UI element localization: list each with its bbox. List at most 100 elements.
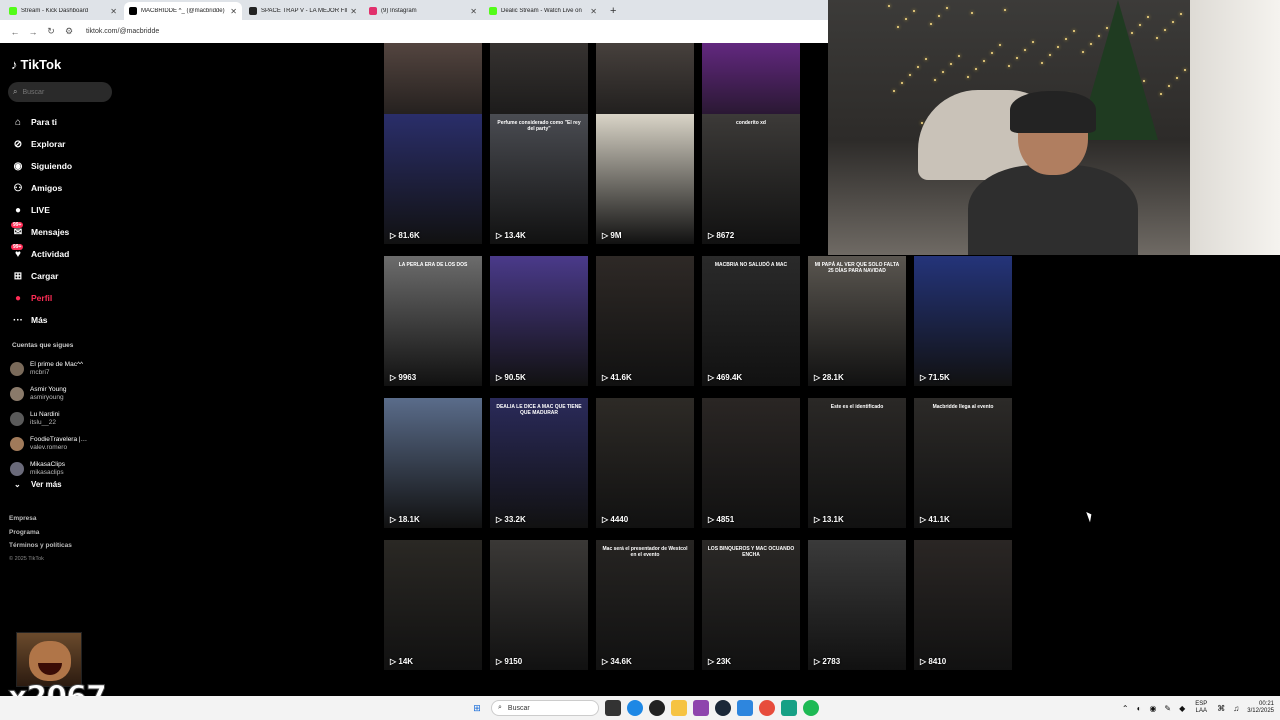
file-explorer-icon[interactable]: [671, 700, 687, 716]
taskbar-search-label: Buscar: [507, 704, 530, 712]
windows-start-icon[interactable]: ⊞: [469, 700, 485, 716]
close-icon[interactable]: ✕: [110, 7, 117, 16]
sidebar-item-label: Actividad: [31, 249, 70, 259]
tray-app-icon[interactable]: ◉: [1149, 704, 1156, 713]
wall: [1190, 0, 1280, 255]
sidebar-item-explorar[interactable]: ⊘ Explorar: [11, 133, 72, 155]
video-thumbnail[interactable]: MI PAPÁ AL VER QUE SOLO FALTA 25 DÍAS PA…: [808, 256, 906, 386]
sidebar-item-label: Mensajes: [31, 227, 70, 237]
video-thumbnail[interactable]: LA PERLA ERA DE LOS DOS ▷ 9963: [384, 256, 482, 386]
volume-icon[interactable]: ♫: [1233, 704, 1239, 713]
video-thumbnail[interactable]: Perfume considerado como "El rey del par…: [490, 114, 588, 244]
browser-tab-tiktok[interactable]: MACBRIDDE ^_ (@macbridde) ✕: [124, 2, 242, 20]
tray-app-icon[interactable]: ◐: [1137, 704, 1142, 713]
language-indicator[interactable]: ESP LAA: [1195, 701, 1207, 715]
sidebar-item-perfil[interactable]: ● Perfil: [11, 287, 72, 309]
light-dot: [934, 79, 936, 81]
video-thumbnail[interactable]: ▷ 4440: [596, 398, 694, 528]
steam-icon[interactable]: [715, 700, 731, 716]
clock-date: 3/12/2025: [1247, 708, 1274, 714]
browser-tab-space-trap[interactable]: SPACE TRAP V - LA MEJOR FIE… ✕: [244, 2, 362, 20]
account-handle: itslu__22: [30, 418, 57, 426]
light-dot: [905, 18, 907, 20]
following-account[interactable]: El prime de Mac^^ mcbri7: [10, 356, 87, 381]
browser-tab-instagram[interactable]: (9) Instagram ✕: [364, 2, 482, 20]
view-count-value: 81.6K: [398, 231, 420, 240]
video-thumbnail[interactable]: DEALIA LE DICE A MAC QUE TIENE QUE MADUR…: [490, 398, 588, 528]
sidebar-item-cargar[interactable]: ⊞ Cargar: [11, 265, 72, 287]
video-thumbnail[interactable]: ▷ 2783: [808, 540, 906, 670]
sidebar-item-siguiendo[interactable]: ◉ Siguiendo: [11, 155, 72, 177]
sidebar-item-para-ti[interactable]: ⌂ Para ti: [11, 111, 72, 133]
footer-link-empresa[interactable]: Empresa: [9, 512, 72, 526]
app-icon[interactable]: [693, 700, 709, 716]
reload-icon[interactable]: ↻: [42, 26, 60, 37]
browser-tab-kick-dashboard[interactable]: Stream - Kick Dashboard ✕: [4, 2, 122, 20]
video-thumbnail[interactable]: LOS BINQUEROS Y MAC OCUANDO ENCHA ▷ 23K: [702, 540, 800, 670]
video-thumbnail[interactable]: conderito xd ▷ 8672: [702, 114, 800, 244]
chrome-icon[interactable]: [759, 700, 775, 716]
video-thumbnail[interactable]: ▷ 71.5K: [914, 256, 1012, 386]
video-thumbnail[interactable]: Macbridde llega al evento ▷ 41.1K: [914, 398, 1012, 528]
clock[interactable]: 00:21 3/12/2025: [1247, 701, 1274, 715]
light-dot: [1016, 57, 1018, 59]
chevron-up-icon[interactable]: ⌃: [1122, 704, 1129, 713]
obs-icon[interactable]: [649, 700, 665, 716]
video-thumbnail[interactable]: ▷ 14K: [384, 540, 482, 670]
video-thumbnail[interactable]: Mac será el presentador de Westcol en el…: [596, 540, 694, 670]
close-icon[interactable]: ✕: [350, 7, 357, 16]
close-icon[interactable]: ✕: [590, 7, 597, 16]
video-thumbnail[interactable]: ▷ 4851: [702, 398, 800, 528]
video-caption: MI PAPÁ AL VER QUE SOLO FALTA 25 DÍAS PA…: [814, 262, 900, 274]
search-box[interactable]: ⌕: [8, 82, 112, 102]
following-account[interactable]: Asmir Young asmiryoung: [10, 381, 87, 406]
site-info-icon[interactable]: ⚙: [60, 26, 78, 37]
footer-link-programa[interactable]: Programa: [9, 526, 72, 540]
light-dot: [1004, 9, 1006, 11]
tab-title: Stream - Kick Dashboard: [21, 8, 89, 14]
video-thumbnail[interactable]: ▷ 9M: [596, 114, 694, 244]
edge-browser-icon[interactable]: [627, 700, 643, 716]
video-thumbnail[interactable]: MACBRIA NO SALUDÓ A MAC ▷ 469.4K: [702, 256, 800, 386]
sidebar-item-live[interactable]: ● LIVE: [11, 199, 72, 221]
network-icon[interactable]: ⌘: [1217, 704, 1225, 713]
avatar: [10, 461, 24, 476]
account-display-name: MikasaClips: [30, 460, 66, 468]
video-thumbnail[interactable]: ▷ 81.6K: [384, 114, 482, 244]
sidebar-item-mensajes[interactable]: ✉ 99+ Mensajes: [11, 221, 72, 243]
tiktok-favicon-icon: [129, 7, 137, 15]
back-arrow-icon[interactable]: ←: [6, 27, 24, 37]
following-account[interactable]: Lu Nardini itslu__22: [10, 406, 87, 431]
browser-tab-dealic-stream[interactable]: Dealic Stream - Watch Live on ✕: [484, 2, 602, 20]
video-thumbnail[interactable]: ▷ 41.6K: [596, 256, 694, 386]
video-thumbnail[interactable]: ▷ 9150: [490, 540, 588, 670]
video-thumbnail[interactable]: ▷ 8410: [914, 540, 1012, 670]
following-account[interactable]: FoodieTravelera |… valev.romero: [10, 431, 87, 456]
tiktok-logo[interactable]: ♪ TikTok: [11, 57, 61, 72]
url-field[interactable]: tiktok.com/@macbridde: [86, 28, 159, 35]
streamer-cap: [1010, 91, 1096, 133]
video-thumbnail[interactable]: Este es el identificado ▷ 13.1K: [808, 398, 906, 528]
clock-time: 00:21: [1258, 701, 1274, 707]
app-icon[interactable]: [781, 700, 797, 716]
video-thumbnail[interactable]: ▷ 90.5K: [490, 256, 588, 386]
task-view-icon[interactable]: [605, 700, 621, 716]
close-icon[interactable]: ✕: [230, 7, 237, 16]
sidebar-item-actividad[interactable]: ♥ 99+ Actividad: [11, 243, 72, 265]
windows-taskbar: ⊞ ⌕ Buscar ⌃ ◐ ◉ ✎ ◆ ESP LAA ⌘ ♫ 00:21 3…: [0, 696, 1280, 720]
new-tab-button[interactable]: +: [604, 5, 622, 20]
footer-link-terms[interactable]: Términos y políticas: [9, 539, 72, 553]
see-more-button[interactable]: ⌄ Ver más: [14, 480, 62, 489]
close-icon[interactable]: ✕: [470, 7, 477, 16]
spotify-icon[interactable]: [803, 700, 819, 716]
search-input[interactable]: [22, 88, 103, 96]
microphone-icon[interactable]: ✎: [1164, 704, 1171, 713]
sidebar-item-m-s[interactable]: ··· Más: [11, 309, 72, 331]
video-thumbnail[interactable]: ▷ 18.1K: [384, 398, 482, 528]
tray-app-icon[interactable]: ◆: [1179, 704, 1185, 713]
app-icon[interactable]: [737, 700, 753, 716]
taskbar-search[interactable]: ⌕ Buscar: [491, 700, 599, 716]
sidebar-item-amigos[interactable]: ⚇ Amigos: [11, 177, 72, 199]
following-account[interactable]: MikasaClips mikasaclips: [10, 456, 87, 481]
forward-arrow-icon[interactable]: →: [24, 27, 42, 37]
